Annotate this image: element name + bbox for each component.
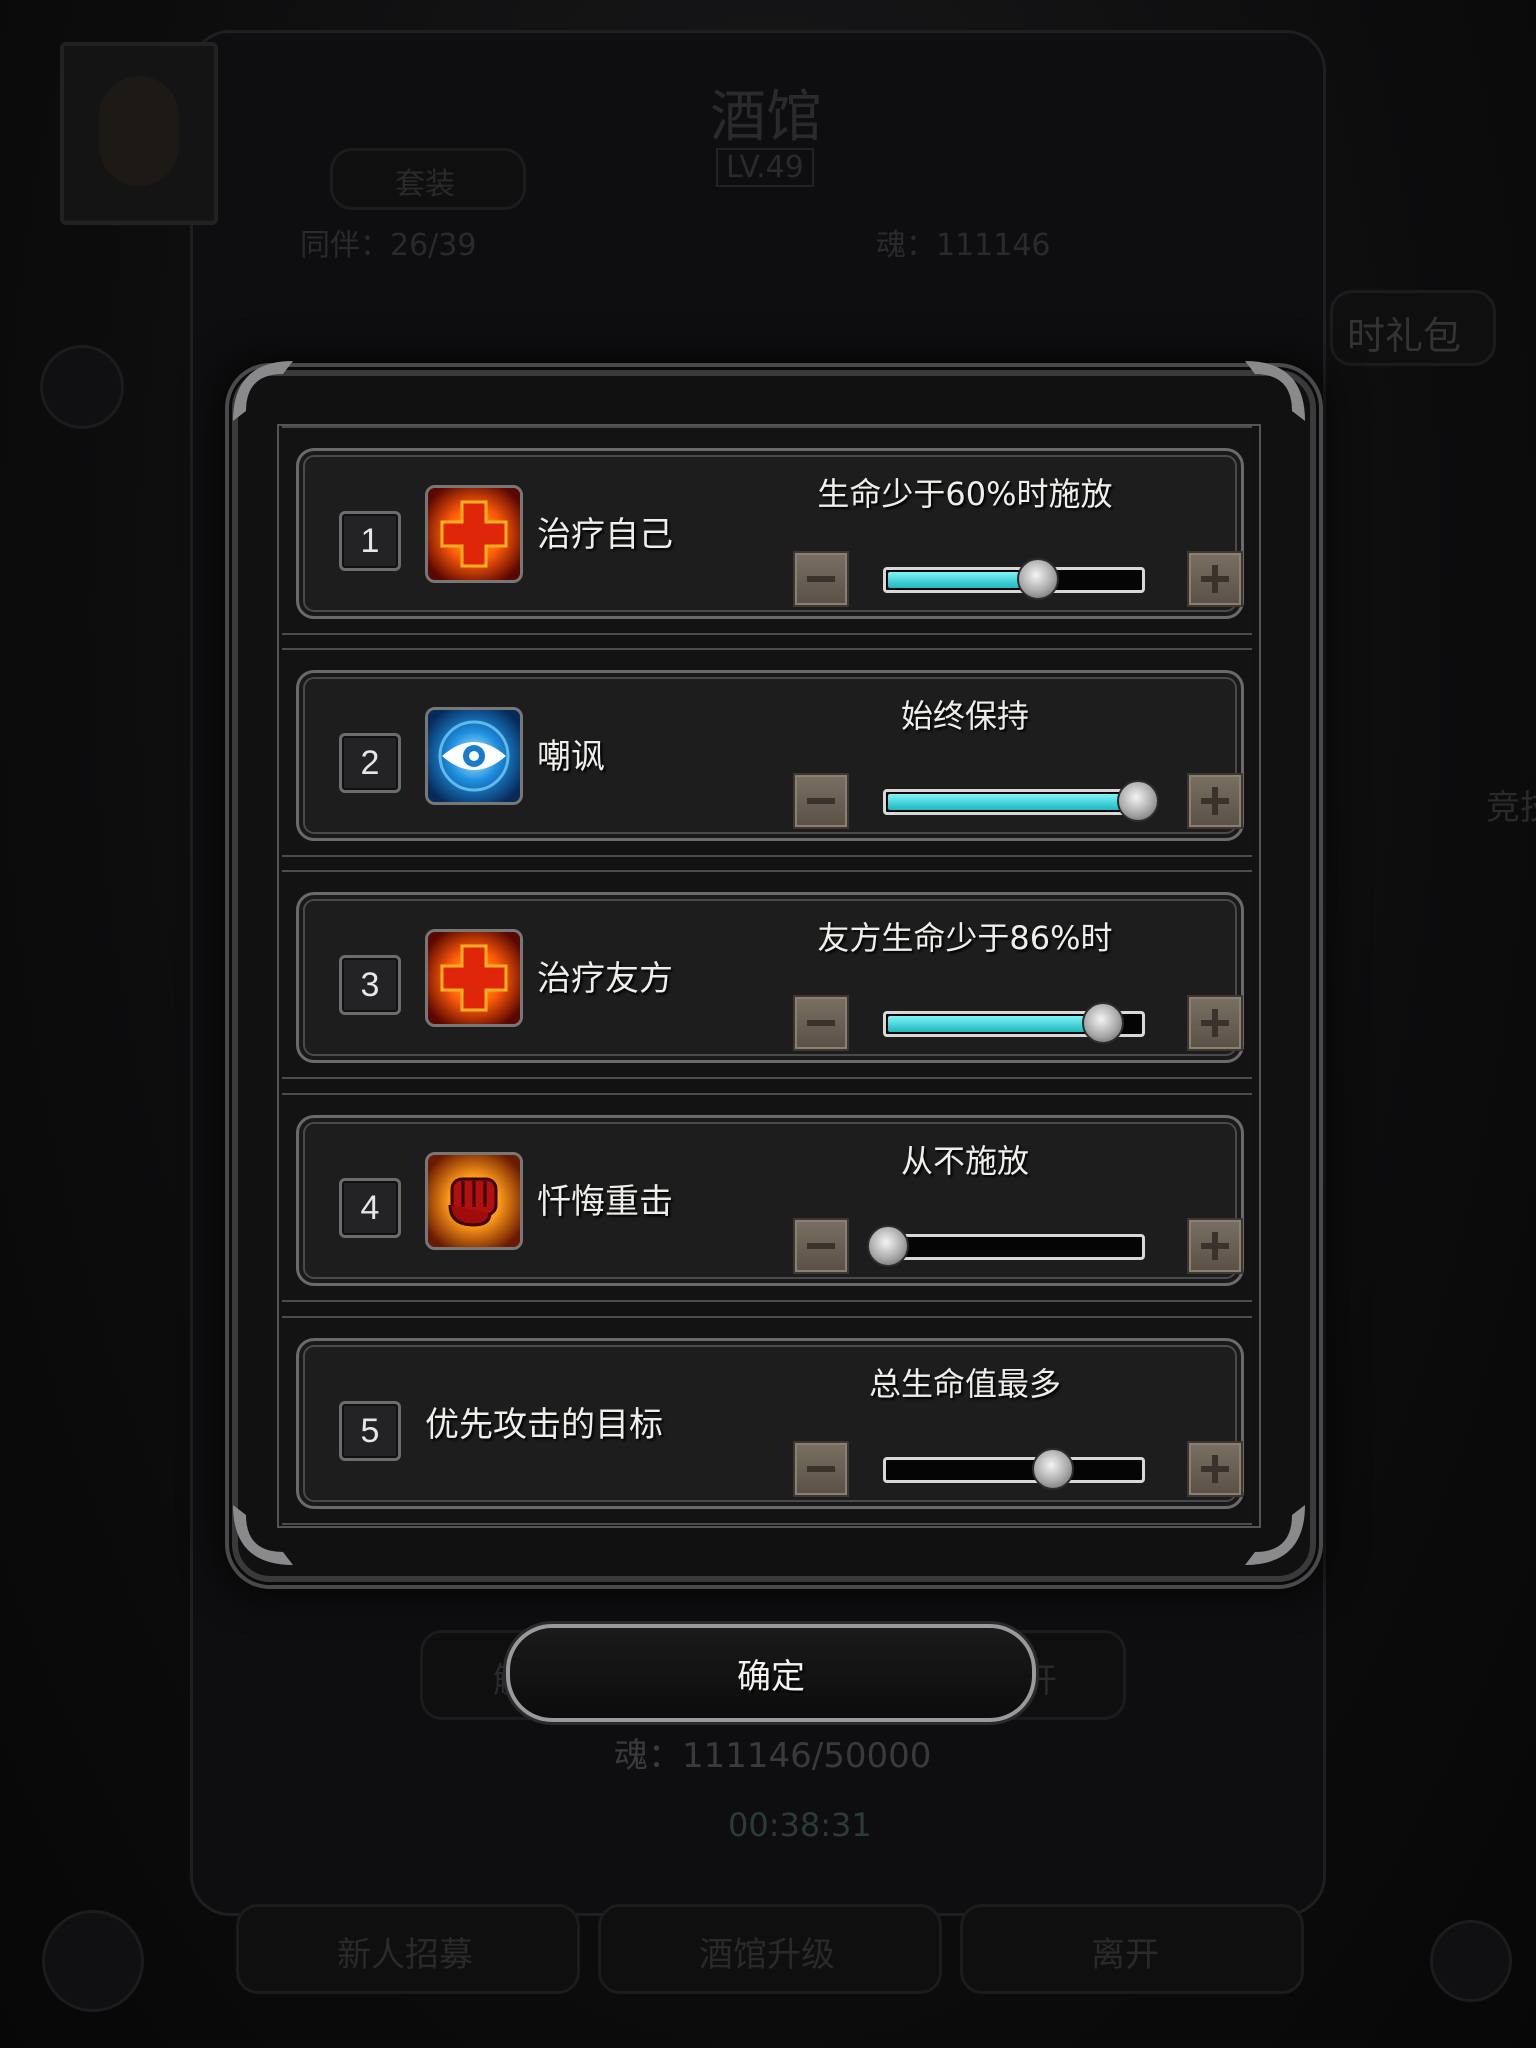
cast-condition: 从不施放 — [900, 1142, 1029, 1180]
priority-number: 5 — [339, 1401, 401, 1461]
slider-fill — [888, 794, 1140, 810]
skill-row: 1 治疗自己 生命少于60%时施放 — [282, 426, 1252, 635]
minus-icon — [807, 1243, 835, 1249]
minus-icon — [807, 1020, 835, 1026]
recruit-button[interactable]: 新人招募 — [236, 1904, 580, 1994]
decrease-button[interactable] — [793, 1218, 849, 1274]
gift-button[interactable]: 时礼包 — [1330, 290, 1496, 366]
priority-number: 3 — [339, 955, 401, 1015]
soul-bottom: 魂：111146/50000 — [614, 1736, 932, 1776]
increase-button[interactable] — [1187, 551, 1243, 607]
lifebuoy-icon[interactable] — [40, 345, 124, 429]
tavern-title: 酒馆 — [710, 85, 822, 150]
tavern-level: LV.49 — [716, 148, 814, 187]
side-label: 竞技 — [1486, 788, 1536, 828]
fist-strike-icon — [425, 1152, 523, 1250]
add-icon[interactable] — [1430, 1920, 1512, 2002]
condition-slider[interactable] — [867, 1225, 1145, 1267]
cast-condition: 友方生命少于86%时 — [817, 919, 1113, 957]
confirm-button[interactable]: 确定 — [506, 1624, 1036, 1722]
cast-condition: 始终保持 — [900, 697, 1029, 735]
decrease-button[interactable] — [793, 551, 849, 607]
upgrade-tavern-button[interactable]: 酒馆升级 — [598, 1904, 942, 1994]
minus-icon — [807, 1466, 835, 1472]
target-priority-label: 优先攻击的目标 — [425, 1405, 663, 1445]
slider-handle[interactable] — [1017, 558, 1059, 600]
condition-slider[interactable] — [883, 780, 1159, 822]
decrease-button[interactable] — [793, 1441, 849, 1497]
skill-name: 忏悔重击 — [537, 1182, 673, 1222]
condition-slider[interactable] — [883, 558, 1145, 600]
minus-icon — [807, 576, 835, 582]
skill-name: 治疗友方 — [537, 959, 673, 999]
eye-taunt-icon — [425, 707, 523, 805]
decrease-button[interactable] — [793, 995, 849, 1051]
slider-handle[interactable] — [867, 1225, 909, 1267]
slider-handle[interactable] — [1082, 1002, 1124, 1044]
skill-row: 2 嘲讽 始终保持 — [282, 648, 1252, 857]
corner-ornament-icon — [1240, 356, 1310, 426]
skill-row: 3 治疗友方 友方生命少于86%时 — [282, 870, 1252, 1079]
soul-top: 魂：111146 — [876, 228, 1051, 263]
target-condition: 总生命值最多 — [868, 1365, 1061, 1403]
priority-number: 4 — [339, 1178, 401, 1238]
heal-cross-icon — [425, 929, 523, 1027]
priority-number: 2 — [339, 733, 401, 793]
target-slider[interactable] — [883, 1448, 1145, 1490]
minus-icon — [807, 798, 835, 804]
increase-button[interactable] — [1187, 1441, 1243, 1497]
slider-handle[interactable] — [1032, 1448, 1074, 1490]
skill-row: 4 忏悔重击 从不施放 — [282, 1093, 1252, 1302]
decrease-button[interactable] — [793, 773, 849, 829]
heal-cross-icon — [425, 485, 523, 583]
increase-button[interactable] — [1187, 773, 1243, 829]
leave-button[interactable]: 离开 — [960, 1904, 1304, 1994]
cast-condition: 生命少于60%时施放 — [817, 475, 1113, 513]
increase-button[interactable] — [1187, 995, 1243, 1051]
hero-portrait — [60, 42, 218, 225]
equip-button[interactable]: 套装 — [330, 148, 526, 210]
slider-handle[interactable] — [1117, 780, 1159, 822]
settings-gear-icon[interactable] — [42, 1910, 144, 2012]
timer: 00:38:31 — [728, 1806, 872, 1844]
skill-name: 嘲讽 — [537, 737, 605, 777]
condition-slider[interactable] — [883, 1002, 1145, 1044]
increase-button[interactable] — [1187, 1218, 1243, 1274]
slider-fill — [888, 1016, 1105, 1032]
skill-name: 治疗自己 — [537, 515, 673, 555]
corner-ornament-icon — [228, 356, 298, 426]
target-priority-row: 5 优先攻击的目标 总生命值最多 — [282, 1316, 1252, 1525]
companion-count: 同伴：26/39 — [300, 228, 477, 263]
priority-number: 1 — [339, 511, 401, 571]
